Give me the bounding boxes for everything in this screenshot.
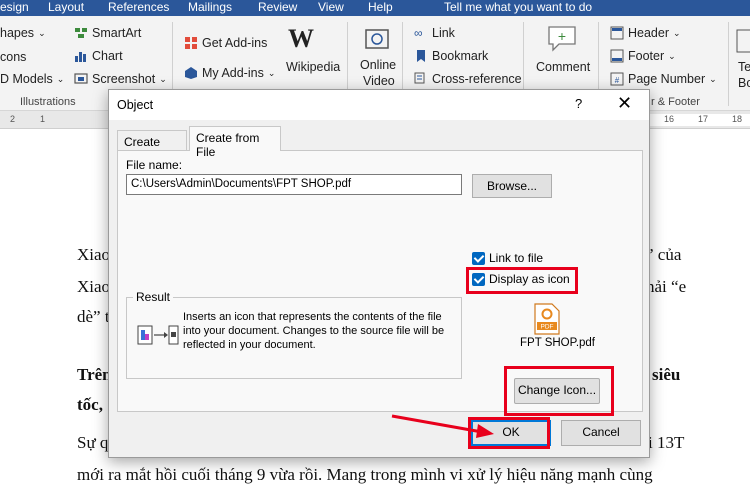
dialog-titlebar: Object ? ✕ <box>109 90 649 120</box>
header-icon <box>610 26 624 40</box>
my-addins-button[interactable]: My Add-ins ⌄ <box>184 66 275 80</box>
header-footer-group-label: r & Footer <box>651 96 700 108</box>
screenshot-button[interactable]: Screenshot ⌄ <box>74 72 167 86</box>
link-icon: ∞ <box>414 26 423 40</box>
icons-button[interactable]: cons <box>0 50 26 64</box>
tab-layout[interactable]: Layout <box>48 0 84 14</box>
highlight-change-icon <box>504 366 614 416</box>
cross-reference-icon <box>414 72 425 84</box>
doc-text: Sự q <box>77 433 109 452</box>
doc-text: tốc, <box>77 395 103 414</box>
doc-text: dè” t <box>77 307 110 326</box>
comment-icon: + <box>548 26 576 52</box>
tab-mailings[interactable]: Mailings <box>188 0 232 14</box>
page-number-button[interactable]: # Page Number ⌄ <box>610 72 717 86</box>
ruler-mark: 1 <box>40 114 46 124</box>
result-group: Result Inserts an icon that represents t… <box>126 290 462 379</box>
browse-button[interactable]: Browse... <box>472 174 552 198</box>
text-box-label[interactable]: Te <box>738 60 750 74</box>
doc-text: Xiao <box>77 245 111 264</box>
checkbox-checked-icon <box>472 251 485 265</box>
file-name-label: File name: <box>126 158 183 172</box>
red-arrow-icon <box>391 414 494 438</box>
result-label: Result <box>133 290 174 304</box>
help-button[interactable]: ? <box>575 96 582 111</box>
doc-text: i 13T <box>648 433 685 452</box>
header-button[interactable]: Header ⌄ <box>610 26 681 40</box>
text-box-icon <box>736 29 750 53</box>
pdf-file-icon: PDF <box>534 303 560 335</box>
ruler-mark: 16 <box>664 114 675 124</box>
object-dialog: Object ? ✕ Create New Create from File F… <box>108 89 650 458</box>
online-video-icon <box>365 29 389 49</box>
ruler-mark: 17 <box>698 114 709 124</box>
tab-create-from-file[interactable]: Create from File <box>189 126 281 159</box>
ribbon-separator <box>728 22 729 106</box>
cancel-button[interactable]: Cancel <box>561 420 641 446</box>
doc-text: Xiao <box>77 277 111 296</box>
cross-reference-button[interactable]: Cross-reference <box>414 72 522 86</box>
link-button[interactable]: ∞ Link <box>414 26 455 40</box>
doc-text: siêu <box>652 365 681 384</box>
highlight-display-as-icon <box>466 267 578 294</box>
addins-icon <box>185 67 197 79</box>
ribbon-tab-bar: esign Layout References Mailings Review … <box>0 0 750 16</box>
chart-button[interactable]: Chart <box>74 49 123 63</box>
tab-view[interactable]: View <box>318 0 344 14</box>
page-number-icon: # <box>610 72 624 86</box>
doc-text: ” của <box>646 245 682 264</box>
insert-as-icon-result-icon <box>137 325 179 345</box>
doc-text: mới ra mắt hồi cuối tháng 9 vừa rồi. Man… <box>77 465 653 484</box>
wikipedia-icon: W <box>288 24 314 53</box>
ruler-mark: 2 <box>10 114 16 124</box>
smartart-icon <box>75 28 87 38</box>
bookmark-button[interactable]: Bookmark <box>414 49 488 63</box>
shapes-button[interactable]: hapes ⌄ <box>0 26 46 40</box>
tell-me-search[interactable]: Tell me what you want to do <box>444 0 592 14</box>
file-name-input[interactable]: C:\Users\Admin\Documents\FPT SHOP.pdf <box>126 174 462 195</box>
get-addins-button[interactable]: Get Add-ins <box>184 36 267 50</box>
wikipedia-button[interactable]: Wikipedia <box>286 60 340 74</box>
screenshot-icon <box>74 73 88 84</box>
tab-review[interactable]: Review <box>258 0 297 14</box>
comment-button[interactable]: Comment <box>536 60 590 74</box>
bookmark-icon <box>417 50 425 62</box>
tab-create-new[interactable]: Create New <box>117 130 187 163</box>
pdf-badge-text: PDF <box>541 324 554 331</box>
svg-text:#: # <box>615 76 620 85</box>
tab-references[interactable]: References <box>108 0 169 14</box>
close-icon[interactable]: ✕ <box>617 93 632 114</box>
doc-text: Trên <box>77 365 112 384</box>
store-icon <box>185 37 197 49</box>
doc-text: hải “e <box>646 277 687 296</box>
text-box-label-2[interactable]: Bo <box>738 76 750 90</box>
link-to-file-label: Link to file <box>489 251 544 265</box>
icon-caption: FPT SHOP.pdf <box>520 337 595 349</box>
illustrations-group-label: Illustrations <box>20 96 76 108</box>
create-from-file-panel: File name: C:\Users\Admin\Documents\FPT … <box>117 150 643 416</box>
tab-design[interactable]: esign <box>0 0 29 14</box>
svg-text:+: + <box>558 28 566 44</box>
dialog-title: Object <box>117 98 154 112</box>
result-description: Inserts an icon that represents the cont… <box>183 311 445 351</box>
chart-icon <box>75 52 86 62</box>
tab-help[interactable]: Help <box>368 0 393 14</box>
footer-button[interactable]: Footer ⌄ <box>610 49 676 63</box>
online-video-label[interactable]: Online <box>360 58 396 72</box>
ruler-mark: 18 <box>732 114 743 124</box>
smartart-button[interactable]: SmartArt <box>74 26 141 40</box>
footer-icon <box>610 49 624 63</box>
online-video-label-2[interactable]: Video <box>363 74 395 88</box>
3d-models-button[interactable]: D Models ⌄ <box>0 72 64 86</box>
link-to-file-checkbox[interactable]: Link to file <box>472 251 543 265</box>
